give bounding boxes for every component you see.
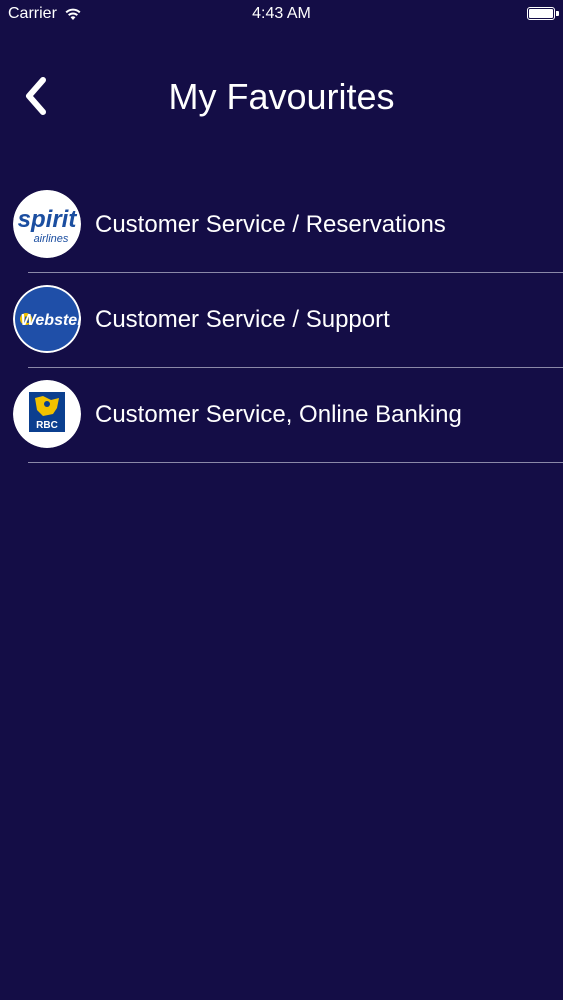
rbc-logo: RBC — [13, 380, 81, 448]
favorites-list: spirit airlines Customer Service / Reser… — [0, 178, 563, 463]
status-bar: Carrier 4:43 AM — [0, 0, 563, 30]
webster-logo-text: Webster — [21, 312, 81, 329]
navigation-bar: My Favourites — [0, 60, 563, 134]
list-item-webster[interactable]: W Webster Customer Service / Support — [0, 273, 563, 368]
list-item-label: Customer Service, Online Banking — [95, 401, 462, 428]
spirit-logo-text: spirit — [18, 206, 78, 233]
battery-level — [529, 9, 553, 18]
list-item-label: Customer Service / Support — [95, 306, 390, 333]
page-title: My Favourites — [168, 76, 395, 117]
list-item-spirit[interactable]: spirit airlines Customer Service / Reser… — [0, 178, 563, 273]
list-item-rbc[interactable]: RBC Customer Service, Online Banking — [0, 368, 563, 463]
list-item-label: Customer Service / Reservations — [95, 211, 446, 238]
webster-bank-logo: W Webster — [13, 285, 81, 353]
status-time: 4:43 AM — [252, 5, 311, 22]
spirit-logo-subtext: airlines — [34, 233, 69, 245]
spirit-airlines-logo: spirit airlines — [13, 190, 81, 258]
divider — [28, 462, 563, 463]
battery-icon — [527, 7, 555, 20]
rbc-logo-text: RBC — [36, 420, 58, 431]
battery-tip — [556, 11, 559, 16]
